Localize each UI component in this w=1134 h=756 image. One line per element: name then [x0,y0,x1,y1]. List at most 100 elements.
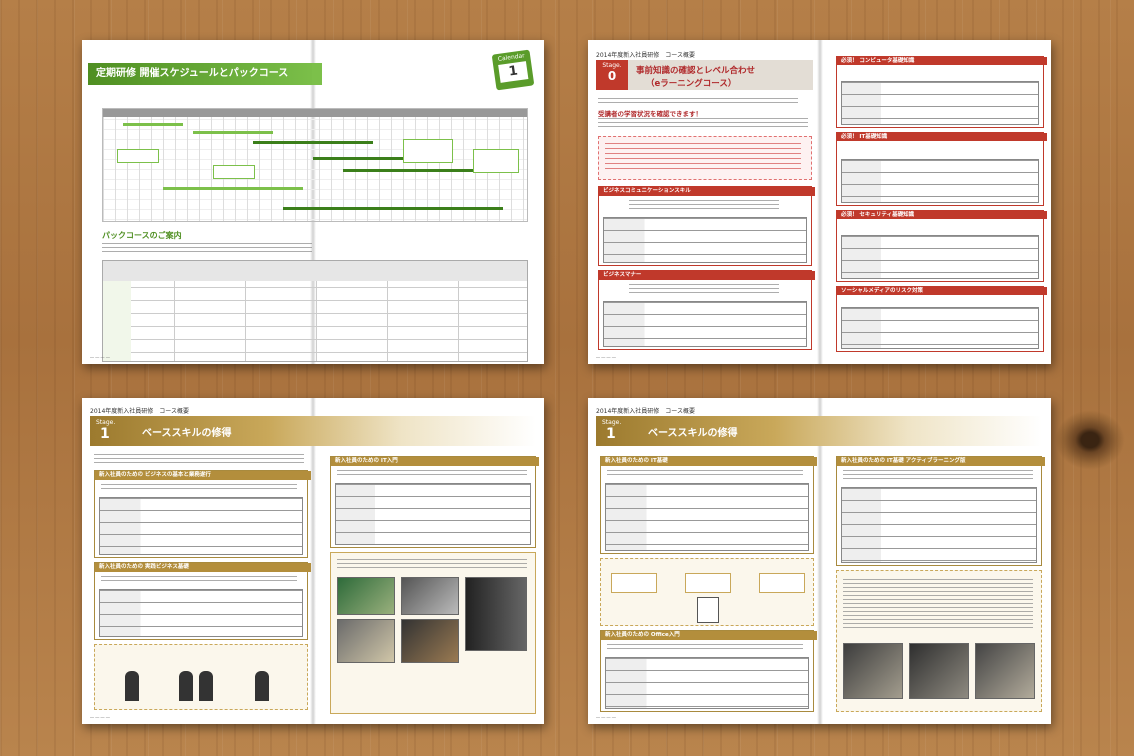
wooden-table-background: { "spread1": { "title": "定期研修 開催スケジュールとパ… [0,0,1134,756]
person-illustration [125,671,139,701]
course-box-it-basics: 新入社員のための IT基礎 [600,456,817,554]
stage-subtitle: （eラーニングコース） [646,79,737,89]
course-box-title: 新入社員のための ビジネスの基本と業務遂行 [95,471,311,480]
stage-number: 1 [606,426,616,442]
course-detail-table [603,301,807,347]
hardware-photo-panel [330,552,536,714]
brochure-spread-stage0: 2014年度新入社員研修 コース概要 Stage. 0 事前知識の確認とレベル合… [588,40,1051,364]
section-body-text [102,243,312,255]
course-box-social-media: ソーシャルメディアのリスク対策 [836,286,1047,352]
stage-banner: Stage. 1 ベーススキルの修得 [90,416,536,446]
gantt-bar [193,131,273,134]
course-detail-table [841,81,1039,125]
active-learning-panel [836,570,1042,712]
photo-components [337,619,395,663]
table-header [103,261,527,281]
page-title-bar: 定期研修 開催スケジュールとパックコース [88,63,320,85]
course-box-title: 新入社員のための IT基礎 [601,457,817,466]
gantt-bar [283,207,503,210]
gantt-bar [313,157,403,160]
brochure-spread-stage1-b: 2014年度新入社員研修 コース概要 Stage. 1 ベーススキルの修得 新入… [588,398,1051,724]
stage-label: Stage. [602,419,622,426]
lead-heading: 受講者の学習状況を確認できます！ [598,110,702,118]
course-box-office-intro: 新入社員のための Office入門 [600,630,817,712]
course-box-desc [629,284,779,296]
gantt-bar [253,141,373,144]
course-detail-table [841,307,1039,349]
course-box-business-basics: 新入社員のための ビジネスの基本と業務遂行 [94,470,311,558]
course-box-title: 新入社員のための 実践ビジネス基礎 [95,563,311,572]
lead-body [598,118,808,130]
stage-number: 0 [607,69,617,83]
pack-course-table [102,260,528,362]
stage-title: ベーススキルの修得 [648,428,738,439]
stage-title: 事前知識の確認とレベル合わせ [636,66,756,76]
spine [816,40,823,364]
photo-cables [401,619,459,663]
course-box-title: 必須！ セキュリティ基礎知識 [837,211,1047,219]
page-title: 定期研修 開催スケジュールとパックコース [96,68,289,79]
course-box-security: 必須！ セキュリティ基礎知識 [836,210,1047,282]
course-box-desc [101,484,297,492]
course-box-title: 新入社員のための Office入門 [601,631,817,640]
running-header: 2014年度新入社員研修 コース概要 [596,52,695,59]
course-box-title: 新入社員のための IT入門 [331,457,539,466]
page-footer: ― ― ― ― [596,355,616,360]
course-detail-table [335,483,531,545]
person-illustration [199,671,213,701]
page-footer: ― ― ― ― [596,715,616,720]
photo-pc-tower [465,577,527,651]
course-box-it-basics: 必須！ IT基礎知識 [836,132,1047,206]
flow-step [611,573,657,593]
flow-step [685,573,731,593]
course-box-active-learning: 新入社員のための IT基礎 アクティブラーニング版 [836,456,1045,566]
photo-hdd [401,577,459,615]
course-box-computer-basics: 必須！ コンピュータ基礎知識 [836,56,1047,128]
brochure-spread-stage1-a: 2014年度新入社員研修 コース概要 Stage. 1 ベーススキルの修得 新入… [82,398,544,724]
business-illustration [94,644,308,710]
gantt-label-box [403,139,453,163]
course-box-title: ソーシャルメディアのリスク対策 [837,287,1047,295]
course-box-title: 新入社員のための IT基礎 アクティブラーニング版 [837,457,1045,466]
course-box-desc [607,644,803,652]
photo-classroom-1 [843,643,903,699]
calendar-tab: Calendar 1 [491,49,535,91]
gantt-label-box [213,165,255,179]
gantt-header [103,109,527,117]
intro-text [598,98,798,106]
page-footer: ― ― ― ― [90,355,110,360]
course-detail-table [841,159,1039,203]
photo-classroom-3 [975,643,1035,699]
stage-badge: Stage. 0 [596,60,628,90]
schedule-gantt [102,108,528,222]
page-footer: ― ― ― ― [90,715,110,720]
gantt-label-box [473,149,519,173]
stage-title-panel: 事前知識の確認とレベル合わせ （eラーニングコース） [628,60,813,90]
title-bar-extension [312,63,322,85]
panel-text [843,579,1033,629]
flow-diagram-panel [600,558,814,626]
course-box-communication: ビジネスコミュニケーションスキル [598,186,815,266]
stage-label: Stage. [602,62,622,69]
stage-label: Stage. [96,419,116,426]
calendar-tab-number: 1 [498,61,529,83]
course-box-it-intro: 新入社員のための IT入門 [330,456,539,548]
course-box-practical-business: 新入社員のための 実践ビジネス基礎 [94,562,311,640]
section-heading: パックコースのご案内 [102,231,182,240]
photo-classroom-2 [909,643,969,699]
flow-step [759,573,805,593]
course-box-title: 必須！ コンピュータ基礎知識 [837,57,1047,65]
gantt-bar [343,169,473,172]
course-detail-table [605,483,809,551]
course-box-desc [607,470,803,478]
notice-text [605,143,801,173]
course-detail-table [605,657,809,709]
spine [310,398,316,724]
course-detail-table [99,497,303,555]
course-box-manner: ビジネスマナー [598,270,815,350]
course-detail-table [603,217,807,263]
running-header: 2014年度新入社員研修 コース概要 [90,408,189,415]
flowchart-icon [697,597,719,623]
spine [816,398,823,724]
gantt-label-box [117,149,159,163]
